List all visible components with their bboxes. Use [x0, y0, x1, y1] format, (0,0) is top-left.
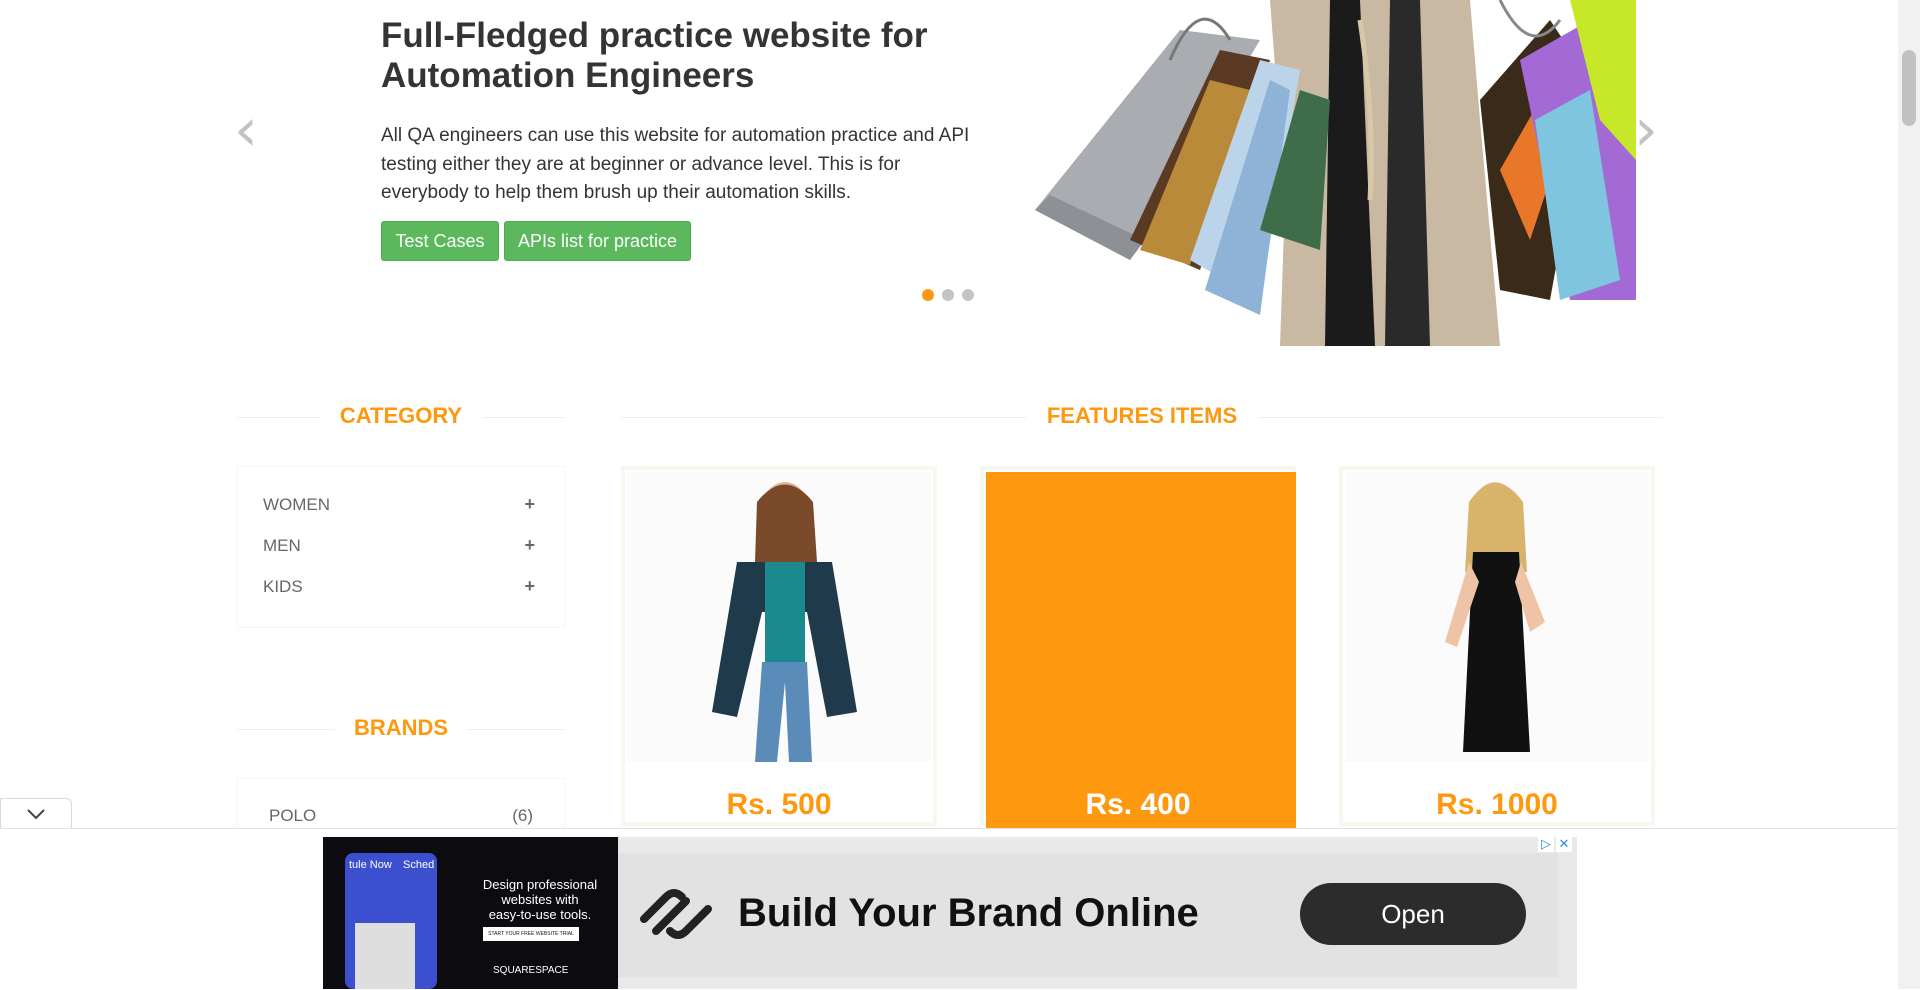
ad-promo-text: Design professional websites with easy-t…: [475, 877, 605, 922]
apis-list-button[interactable]: APIs list for practice: [504, 221, 691, 261]
category-item-men[interactable]: MEN +: [263, 535, 535, 556]
brand-item-polo[interactable]: POLO (6): [269, 806, 533, 826]
phone-tab-2: Sched: [403, 859, 435, 871]
product-price: Rs. 1000: [1436, 788, 1558, 821]
product-image: [627, 472, 931, 762]
slider-indicators: [922, 289, 974, 301]
adchoices-icon[interactable]: ▷: [1538, 836, 1554, 852]
category-item-women[interactable]: WOMEN +: [263, 494, 535, 515]
plus-icon[interactable]: +: [524, 535, 535, 556]
ad-collapse-toggle[interactable]: [0, 798, 72, 829]
ad-phone: tule Now Sched: [345, 853, 437, 989]
chevron-down-icon: [27, 809, 45, 820]
product-image: [1345, 472, 1649, 762]
slide-title: Full-Fledged practice website for Automa…: [381, 16, 981, 96]
brand-count: (6): [512, 806, 533, 825]
slider-prev-arrow[interactable]: ‹: [234, 100, 258, 160]
slider-next-arrow[interactable]: ›: [1634, 100, 1658, 160]
category-item-label: KIDS: [263, 576, 303, 596]
slide-title-line2: Automation Engineers: [381, 56, 755, 95]
ad-open-button[interactable]: Open: [1300, 883, 1526, 945]
ad-main[interactable]: Build Your Brand Online Open: [618, 853, 1558, 977]
phone-photo: [355, 923, 415, 989]
page-scrollbar[interactable]: [1898, 0, 1920, 989]
category-item-label: WOMEN: [263, 494, 331, 514]
category-title: CATEGORY: [320, 403, 482, 429]
category-item-kids[interactable]: KIDS +: [263, 576, 535, 597]
product-price: Rs. 500: [726, 788, 832, 821]
test-cases-button[interactable]: Test Cases: [381, 221, 499, 261]
promo-line-1: Design professional: [482, 877, 598, 892]
slider-dot-1[interactable]: [922, 289, 934, 301]
ad-brand-label: SQUARESPACE: [493, 965, 569, 976]
ad-banner[interactable]: tule Now Sched Design professional websi…: [323, 837, 1577, 989]
brand-label: POLO: [269, 806, 317, 825]
scrollbar-thumb[interactable]: [1902, 50, 1916, 126]
plus-icon[interactable]: +: [524, 576, 535, 597]
squarespace-logo-icon: [640, 889, 712, 939]
hero-shopping-image: [1030, 0, 1636, 346]
slider-dot-3[interactable]: [962, 289, 974, 301]
ad-promo-panel: tule Now Sched Design professional websi…: [323, 837, 618, 989]
close-icon[interactable]: ✕: [1556, 836, 1572, 852]
ad-headline: Build Your Brand Online: [738, 891, 1199, 935]
slide-title-line1: Full-Fledged practice website for: [381, 16, 928, 55]
product-price: Rs. 400: [1085, 788, 1191, 821]
slide-description: All QA engineers can use this website fo…: [381, 125, 970, 203]
product-card-3[interactable]: Rs. 1000: [1339, 466, 1655, 826]
slider-dot-2[interactable]: [942, 289, 954, 301]
brands-title: BRANDS: [335, 715, 467, 741]
plus-icon[interactable]: +: [524, 494, 535, 515]
product-card-2[interactable]: Rs. 400: [980, 466, 1296, 852]
category-item-label: MEN: [263, 535, 301, 555]
features-title: FEATURES ITEMS: [1026, 403, 1258, 429]
ad-promo-button[interactable]: START YOUR FREE WEBSITE TRIAL: [483, 927, 579, 941]
promo-line-3: easy-to-use tools.: [488, 907, 592, 922]
ad-badges: ▷ ✕: [1538, 836, 1572, 852]
promo-line-2: websites with: [501, 892, 579, 907]
product-card-1[interactable]: Rs. 500: [621, 466, 937, 826]
phone-tab-1: tule Now: [349, 859, 392, 871]
